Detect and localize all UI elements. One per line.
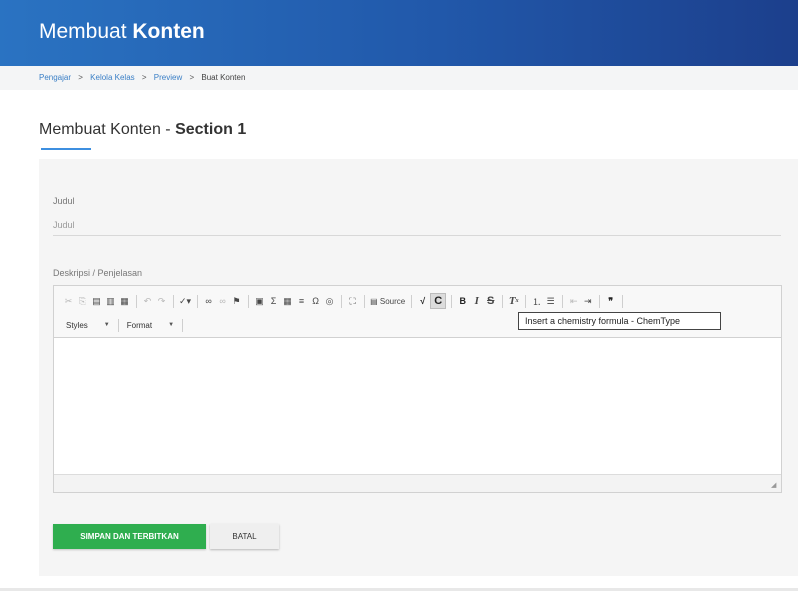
omega-icon[interactable]: Ω	[309, 293, 322, 309]
page-title: Membuat Konten	[39, 20, 205, 44]
editor-toolbar-row-1: ✂ ⎘ ▤ ▥ ▦ ↶ ↷ ✓▾ ∞ ∞ ⚑ ▣ Σ ▦ ≡ Ω ◎ ⛶ ▤ S…	[62, 293, 627, 309]
toolbar-separator	[136, 294, 137, 308]
paste-text-icon[interactable]: ▥	[104, 293, 117, 309]
source-button[interactable]: ▤ Source	[369, 293, 406, 309]
redo-icon[interactable]: ↷	[155, 293, 168, 309]
format-dropdown[interactable]: Format ▼	[123, 317, 178, 333]
blockquote-icon[interactable]: ❞	[604, 293, 617, 309]
copy-icon[interactable]: ⎘	[76, 293, 89, 309]
spellcheck-icon[interactable]: ✓▾	[178, 293, 192, 309]
toolbar-separator	[173, 294, 174, 308]
source-icon: ▤	[370, 296, 378, 306]
breadcrumb-current: Buat Konten	[201, 73, 246, 82]
section-title-bold: Section 1	[175, 121, 247, 138]
breadcrumb-separator: >	[189, 73, 195, 82]
remove-format-icon[interactable]: Tx	[507, 293, 520, 309]
sigma-icon[interactable]: Σ	[267, 293, 280, 309]
chevron-down-icon: ▼	[168, 322, 175, 328]
bulleted-list-icon[interactable]: ☰	[544, 293, 557, 309]
toolbar-separator	[451, 294, 453, 308]
toolbar-separator	[248, 294, 250, 308]
numbered-list-icon[interactable]: ⒈	[530, 293, 543, 309]
toolbar-separator	[117, 318, 119, 332]
table-icon[interactable]: ▦	[281, 293, 294, 309]
styles-dropdown-label: Styles	[66, 320, 88, 330]
styles-dropdown[interactable]: Styles ▼	[62, 317, 114, 333]
toolbar-separator	[599, 294, 601, 308]
horizontal-line-icon[interactable]: ≡	[295, 293, 308, 309]
breadcrumb-separator: >	[78, 73, 83, 82]
iframe-icon[interactable]: ◎	[323, 293, 336, 309]
section-title-underline	[41, 148, 91, 150]
breadcrumb-pengajar[interactable]: Pengajar	[39, 73, 71, 82]
breadcrumb-kelola-kelas[interactable]: Kelola Kelas	[90, 73, 134, 82]
chevron-down-icon: ▼	[103, 322, 110, 328]
chemistry-formula-icon[interactable]: C	[430, 293, 447, 309]
page-title-bold: Konten	[132, 20, 205, 43]
section-title-prefix: Membuat Konten -	[39, 121, 176, 138]
maximize-icon[interactable]: ⛶	[346, 293, 359, 309]
bold-icon[interactable]: B	[456, 293, 469, 309]
link-icon[interactable]: ∞	[202, 293, 215, 309]
toolbar-separator	[341, 294, 343, 308]
save-publish-button[interactable]: SIMPAN DAN TERBITKAN	[53, 524, 206, 549]
toolbar-separator	[562, 294, 564, 308]
math-formula-icon[interactable]: √	[416, 293, 429, 309]
cut-icon[interactable]: ✂	[62, 293, 75, 309]
image-icon[interactable]: ▣	[253, 293, 266, 309]
breadcrumb-separator: >	[141, 73, 147, 82]
undo-icon[interactable]: ↶	[141, 293, 154, 309]
outdent-icon[interactable]: ⇤	[567, 293, 580, 309]
judul-input[interactable]	[53, 214, 781, 236]
chemistry-tooltip: Insert a chemistry formula - ChemType	[518, 312, 721, 330]
cancel-button[interactable]: BATAL	[210, 524, 279, 549]
paste-icon[interactable]: ▤	[90, 293, 103, 309]
breadcrumb-preview[interactable]: Preview	[154, 73, 182, 82]
source-label: Source	[379, 296, 406, 306]
app-header: Membuat Konten	[0, 0, 798, 66]
page-title-prefix: Membuat	[39, 20, 127, 43]
toolbar-separator	[182, 318, 184, 332]
unlink-icon[interactable]: ∞	[216, 293, 229, 309]
description-label: Deskripsi / Penjelasan	[53, 268, 143, 278]
format-dropdown-label: Format	[126, 320, 153, 330]
toolbar-separator	[502, 294, 504, 308]
breadcrumb: Pengajar > Kelola Kelas > Preview > Buat…	[39, 73, 245, 82]
indent-icon[interactable]: ⇥	[581, 293, 594, 309]
toolbar-separator	[622, 294, 624, 308]
section-title: Membuat Konten - Section 1	[39, 121, 246, 139]
strikethrough-icon[interactable]: S	[484, 293, 497, 309]
breadcrumb-bar: Pengajar > Kelola Kelas > Preview > Buat…	[0, 66, 798, 90]
editor-status-bar: ◢	[54, 474, 781, 492]
paste-word-icon[interactable]: ▦	[118, 293, 131, 309]
toolbar-separator	[197, 294, 199, 308]
editor-content-area[interactable]	[54, 338, 781, 474]
anchor-icon[interactable]: ⚑	[230, 293, 243, 309]
resize-handle-icon[interactable]: ◢	[771, 482, 778, 489]
toolbar-separator	[364, 294, 366, 308]
judul-label: Judul	[53, 196, 75, 206]
italic-icon[interactable]: I	[470, 293, 483, 309]
editor-toolbar-row-2: Styles ▼ Format ▼	[62, 317, 187, 333]
toolbar-separator	[411, 294, 413, 308]
toolbar-separator	[525, 294, 527, 308]
